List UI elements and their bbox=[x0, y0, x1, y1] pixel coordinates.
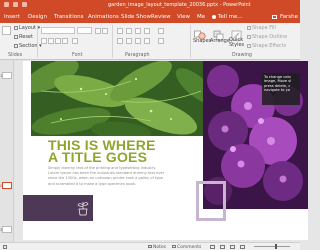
slide-title[interactable]: THIS IS WHERE A TITLE GOES bbox=[48, 138, 156, 165]
new-slide-icon[interactable] bbox=[2, 26, 11, 35]
drawing-group-label: Drawing bbox=[232, 53, 252, 58]
decorative-frame[interactable] bbox=[196, 181, 226, 221]
bold-icon[interactable] bbox=[41, 38, 47, 44]
tab-review[interactable]: Review bbox=[151, 14, 171, 20]
ribbon-separator bbox=[190, 25, 191, 58]
comments-icon bbox=[172, 244, 176, 248]
shape-outline-button[interactable]: Shape Outline bbox=[247, 34, 287, 40]
zoom-slider-handle[interactable] bbox=[275, 244, 277, 249]
align-center-icon[interactable] bbox=[126, 38, 132, 44]
redo-icon[interactable] bbox=[22, 2, 27, 7]
shape-fill-button[interactable]: Shape Fill bbox=[247, 25, 276, 31]
powerpoint-window: garden_image_layout_template_20036.pptx … bbox=[0, 0, 308, 250]
status-bar: Notes Comments bbox=[0, 242, 300, 250]
title-bar: garden_image_layout_template_20036.pptx … bbox=[0, 0, 300, 11]
indent-icon[interactable] bbox=[135, 28, 141, 34]
comments-button[interactable]: Comments bbox=[172, 244, 201, 250]
shapes-button[interactable]: Shapes bbox=[193, 38, 211, 44]
tab-animations[interactable]: Animations bbox=[88, 14, 119, 20]
align-right-icon[interactable] bbox=[135, 38, 141, 44]
slideshow-icon[interactable] bbox=[240, 244, 245, 250]
tab-me[interactable]: Me bbox=[197, 14, 205, 20]
justify-icon[interactable] bbox=[144, 38, 150, 44]
paint-bucket-icon bbox=[247, 25, 251, 30]
slide-thumbnails-pane: 1 2 3 bbox=[0, 60, 14, 242]
ribbon-separator bbox=[37, 25, 38, 58]
arrange-icon[interactable] bbox=[213, 26, 224, 41]
line-spacing-icon[interactable] bbox=[144, 28, 150, 34]
reading-view-icon[interactable] bbox=[230, 244, 235, 250]
arrange-button[interactable]: Arrange bbox=[210, 38, 230, 44]
section-icon bbox=[14, 43, 18, 48]
font-group-label: Font bbox=[72, 53, 83, 58]
layout-icon bbox=[14, 25, 18, 30]
tab-insert[interactable]: Insert bbox=[4, 14, 20, 20]
increase-font-icon[interactable] bbox=[95, 28, 101, 34]
reset-button[interactable]: Reset bbox=[14, 34, 33, 40]
title-line: A TITLE GOES bbox=[48, 149, 148, 165]
body-line: and scrambled it to make a type specimen… bbox=[48, 181, 137, 186]
lightbulb-icon bbox=[212, 14, 216, 19]
notes-button[interactable]: Notes bbox=[148, 244, 166, 250]
instruction-popup: To change colo image, Move sl press dele… bbox=[262, 73, 300, 105]
user-account[interactable]: Farshe bbox=[271, 14, 298, 20]
tab-view[interactable]: View bbox=[177, 14, 190, 20]
tab-transitions[interactable]: Transitions bbox=[54, 14, 83, 20]
quick-styles-icon[interactable] bbox=[231, 26, 242, 41]
align-left-icon[interactable] bbox=[117, 38, 123, 44]
slides-group-label: Slides bbox=[8, 53, 23, 58]
font-family-dropdown[interactable] bbox=[41, 27, 75, 34]
ribbon-tabs: Insert Design Transitions Animations Sli… bbox=[0, 11, 300, 23]
tab-slide-show[interactable]: Slide Show bbox=[121, 14, 151, 20]
font-size-dropdown[interactable] bbox=[77, 27, 92, 34]
window-title: garden_image_layout_template_20036.pptx … bbox=[108, 2, 251, 8]
slide-sorter-icon[interactable] bbox=[220, 244, 225, 250]
numbering-icon[interactable] bbox=[126, 28, 132, 34]
slide-thumbnail[interactable] bbox=[2, 226, 12, 233]
italic-icon[interactable] bbox=[48, 38, 54, 44]
purple-color-block[interactable] bbox=[23, 195, 93, 221]
shape-effects-button[interactable]: Shape Effects bbox=[247, 43, 286, 49]
paragraph-group-label: Paragraph bbox=[125, 53, 150, 58]
quick-access-toolbar bbox=[4, 2, 27, 7]
decrease-font-icon[interactable] bbox=[102, 28, 108, 34]
plant-leaf-image[interactable] bbox=[31, 61, 211, 136]
notes-icon bbox=[148, 244, 152, 248]
slide-thumbnail[interactable] bbox=[2, 72, 12, 79]
ribbon-home: Layout ▾ Reset Section ▾ Slides Font Par… bbox=[0, 23, 300, 60]
columns-icon[interactable] bbox=[158, 38, 164, 44]
zoom-slider[interactable] bbox=[254, 246, 290, 247]
effects-icon bbox=[247, 43, 251, 48]
save-icon[interactable] bbox=[4, 2, 9, 7]
undo-icon[interactable] bbox=[13, 2, 18, 7]
slide-canvas: THIS IS WHERE A TITLE GOES Simply dummy … bbox=[14, 60, 308, 242]
ribbon-separator bbox=[112, 25, 113, 58]
shapes-icon[interactable] bbox=[194, 26, 206, 40]
text-direction-icon[interactable] bbox=[158, 28, 164, 34]
spell-check-icon[interactable] bbox=[3, 244, 7, 250]
slide-body-text[interactable]: Simply dummy text of the printing and ty… bbox=[48, 166, 188, 187]
underline-icon[interactable] bbox=[55, 38, 61, 44]
pen-icon bbox=[247, 34, 251, 39]
share-icon bbox=[271, 14, 277, 19]
bullets-icon[interactable] bbox=[117, 28, 123, 34]
strikethrough-icon[interactable] bbox=[62, 38, 68, 44]
tab-design[interactable]: Design bbox=[28, 14, 47, 20]
tell-me-search[interactable]: Tell me... bbox=[212, 14, 243, 20]
quick-styles-button[interactable]: Quick Styles bbox=[229, 38, 245, 48]
potted-plant-icon bbox=[77, 199, 89, 217]
normal-view-icon[interactable] bbox=[210, 244, 215, 250]
popup-line: navigate to yo bbox=[264, 88, 290, 93]
slide-thumbnail[interactable] bbox=[2, 182, 12, 189]
font-color-icon[interactable] bbox=[72, 38, 78, 44]
reset-icon bbox=[14, 34, 18, 39]
